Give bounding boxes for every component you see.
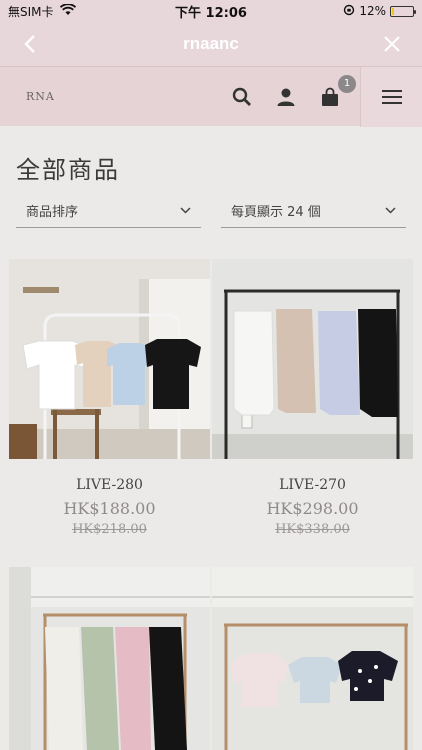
account-button[interactable] bbox=[274, 85, 298, 109]
product-image[interactable] bbox=[212, 259, 413, 459]
product-name[interactable]: LIVE-280 bbox=[9, 477, 210, 493]
shopping-bag-icon bbox=[322, 87, 338, 106]
sort-dropdown[interactable]: 商品排序 bbox=[16, 194, 201, 228]
product-original-price: HK$338.00 bbox=[275, 522, 350, 537]
close-button[interactable] bbox=[380, 32, 404, 56]
close-icon bbox=[384, 36, 400, 52]
per-page-label: 每頁顯示 24 個 bbox=[231, 205, 321, 220]
product-price: HK$298.00 bbox=[266, 499, 359, 518]
search-icon bbox=[232, 87, 251, 106]
search-button[interactable] bbox=[230, 85, 254, 109]
chevron-left-icon bbox=[24, 35, 35, 53]
battery-percent: 12% bbox=[359, 4, 386, 18]
chevron-down-icon bbox=[385, 207, 396, 214]
product-card[interactable]: LIVE-270 HK$298.00 HK$338.00 bbox=[212, 259, 413, 537]
product-image[interactable] bbox=[9, 259, 210, 459]
back-button[interactable] bbox=[18, 32, 42, 56]
product-card[interactable] bbox=[212, 567, 413, 750]
page-title: 全部商品 bbox=[16, 156, 120, 184]
nav-bar: rnaanc bbox=[0, 22, 422, 66]
store-logo[interactable]: RNA bbox=[26, 90, 55, 103]
product-original-price: HK$218.00 bbox=[72, 522, 147, 537]
battery-icon bbox=[390, 5, 416, 17]
product-card[interactable]: LIVE-280 HK$188.00 HK$218.00 bbox=[9, 259, 210, 537]
wifi-icon bbox=[59, 2, 76, 19]
items-per-page-dropdown[interactable]: 每頁顯示 24 個 bbox=[221, 194, 406, 228]
status-bar: 無SIM卡 下午 12:06 12% bbox=[0, 0, 422, 22]
chevron-down-icon bbox=[180, 207, 191, 214]
product-name[interactable]: LIVE-270 bbox=[212, 477, 413, 493]
battery-fill bbox=[392, 7, 395, 15]
menu-button[interactable] bbox=[360, 66, 422, 127]
nav-title: rnaanc bbox=[183, 34, 239, 53]
product-card[interactable] bbox=[9, 567, 210, 750]
carrier-label: 無SIM卡 bbox=[8, 4, 54, 19]
cart-button[interactable]: 1 bbox=[318, 74, 356, 109]
orientation-lock-icon bbox=[343, 4, 355, 19]
store-header: RNA 1 bbox=[0, 66, 422, 127]
hamburger-menu-icon bbox=[381, 89, 402, 104]
sort-label: 商品排序 bbox=[26, 205, 79, 220]
cart-count-badge: 1 bbox=[338, 74, 356, 93]
user-icon bbox=[277, 88, 295, 106]
status-time: 下午 12:06 bbox=[175, 5, 247, 21]
product-image[interactable] bbox=[212, 567, 413, 750]
product-price: HK$188.00 bbox=[63, 499, 156, 518]
product-image[interactable] bbox=[9, 567, 210, 750]
